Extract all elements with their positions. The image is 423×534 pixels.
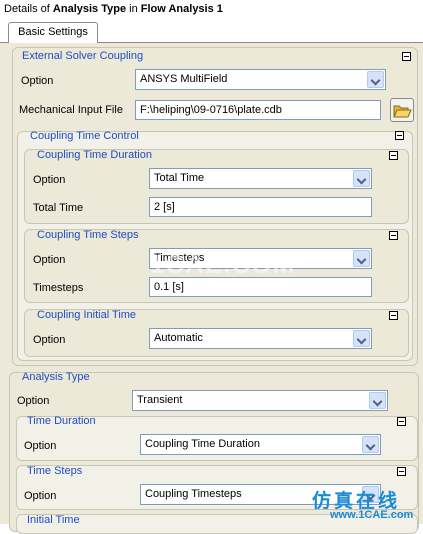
coupling-time-control-collapse-button[interactable] xyxy=(395,131,404,140)
external-solver-option-value: ANSYS MultiField xyxy=(140,73,228,85)
input-file-value: F:\heliping\09-0716\plate.cdb xyxy=(140,104,282,116)
external-solver-collapse-button[interactable] xyxy=(402,52,411,61)
open-folder-icon xyxy=(393,105,412,118)
coupling-time-steps-collapse-button[interactable] xyxy=(389,231,398,240)
analysis-type-option-select[interactable]: Transient xyxy=(132,390,388,411)
analysis-type-option-value: Transient xyxy=(137,394,183,406)
timesteps-label: Timesteps xyxy=(33,282,84,294)
input-file-field[interactable]: F:\heliping\09-0716\plate.cdb xyxy=(135,100,381,120)
chevron-down-icon xyxy=(369,392,386,409)
timesteps-value: 0.1 [s] xyxy=(154,281,184,293)
panel-title: Details of Analysis Type in Flow Analysi… xyxy=(4,3,223,15)
initial-time-title: Initial Time xyxy=(27,514,80,526)
tab-basic-settings[interactable]: Basic Settings xyxy=(8,22,98,43)
coupling-time-duration-title: Coupling Time Duration xyxy=(37,149,152,161)
time-steps-option-label: Option xyxy=(33,254,66,266)
title-object: Analysis Type xyxy=(52,3,127,15)
chevron-down-icon xyxy=(367,71,384,88)
analysis-type-title: Analysis Type xyxy=(22,371,90,383)
total-time-field[interactable]: 2 [s] xyxy=(149,197,372,217)
coupling-initial-time-collapse-button[interactable] xyxy=(389,311,398,320)
initial-time-option-label: Option xyxy=(33,334,66,346)
browse-file-button[interactable] xyxy=(390,98,414,122)
chevron-down-icon xyxy=(353,170,370,187)
time-steps-collapse-button[interactable] xyxy=(397,467,406,476)
chevron-down-icon xyxy=(353,250,370,267)
external-solver-title: External Solver Coupling xyxy=(22,50,144,62)
site-logo-url: www.1CAE.com xyxy=(330,509,414,521)
time-steps-title: Time Steps xyxy=(27,465,83,477)
analysis-time-steps-option-label: Option xyxy=(24,490,57,502)
duration-option-value: Total Time xyxy=(154,172,205,184)
time-duration-option-value: Coupling Time Duration xyxy=(145,438,260,450)
time-duration-option-label: Option xyxy=(24,440,57,452)
analysis-time-steps-option-value: Coupling Timesteps xyxy=(145,488,242,500)
initial-time-option-select[interactable]: Automatic xyxy=(149,328,372,349)
chevron-down-icon xyxy=(353,330,370,347)
time-duration-title: Time Duration xyxy=(27,415,96,427)
coupling-time-steps-title: Coupling Time Steps xyxy=(37,229,139,241)
time-duration-collapse-button[interactable] xyxy=(397,417,406,426)
title-parent: Flow Analysis 1 xyxy=(140,3,223,15)
title-mid: in xyxy=(126,3,141,15)
watermark-text: 1CAE.COM xyxy=(150,249,296,279)
duration-option-label: Option xyxy=(33,174,66,186)
coupling-time-duration-collapse-button[interactable] xyxy=(389,151,398,160)
title-prefix: Details of xyxy=(4,3,53,15)
coupling-time-control-title: Coupling Time Control xyxy=(30,130,139,142)
initial-time-option-value: Automatic xyxy=(154,332,203,344)
analysis-type-option-label: Option xyxy=(17,395,50,407)
coupling-initial-time-title: Coupling Initial Time xyxy=(37,309,137,321)
timesteps-field[interactable]: 0.1 [s] xyxy=(149,277,372,297)
chevron-down-icon xyxy=(362,436,379,453)
external-solver-option-label: Option xyxy=(21,75,54,87)
total-time-value: 2 [s] xyxy=(154,201,175,213)
total-time-label: Total Time xyxy=(33,202,84,214)
input-file-label: Mechanical Input File xyxy=(19,104,123,116)
external-solver-option-select[interactable]: ANSYS MultiField xyxy=(135,69,386,90)
time-duration-option-select[interactable]: Coupling Time Duration xyxy=(140,434,381,455)
duration-option-select[interactable]: Total Time xyxy=(149,168,372,189)
